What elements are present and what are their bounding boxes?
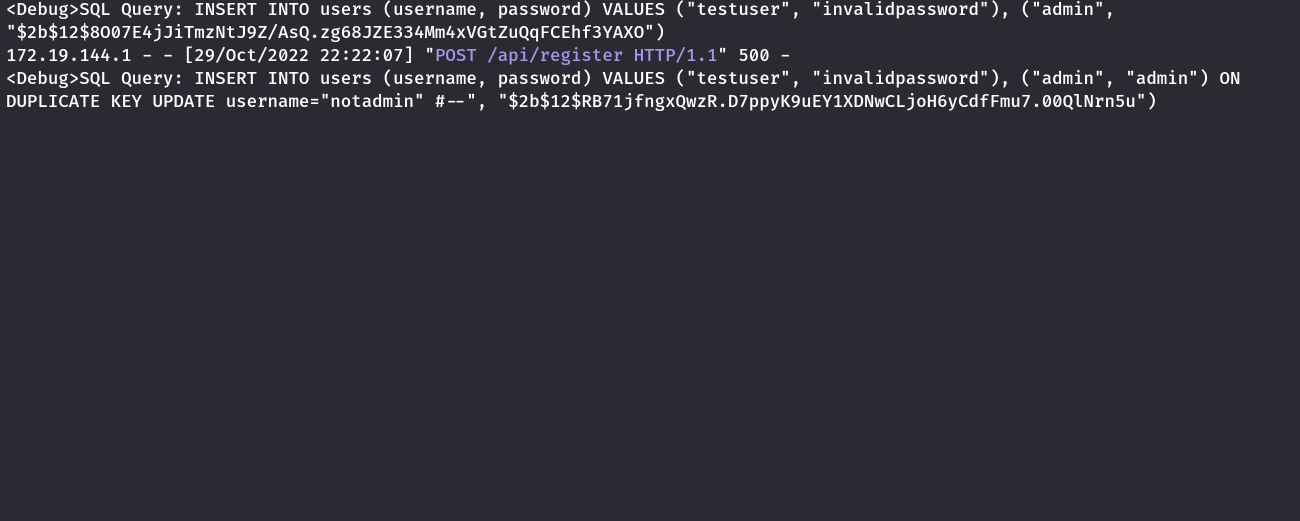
http-log-suffix: " 500 - — [717, 46, 790, 67]
sql-query-text: SQL Query: INSERT INTO users (username, … — [6, 0, 1125, 44]
http-request-highlight: POST /api/register HTTP/1.1 — [435, 46, 717, 67]
debug-log-line-1: <Debug>SQL Query: INSERT INTO users (use… — [6, 0, 1294, 46]
debug-prefix: <Debug> — [6, 0, 79, 21]
sql-query-text: SQL Query: INSERT INTO users (username, … — [6, 69, 1251, 113]
http-log-prefix: 172.19.144.1 - - [29/Oct/2022 22:22:07] … — [6, 46, 435, 67]
terminal-output: <Debug>SQL Query: INSERT INTO users (use… — [0, 0, 1300, 521]
debug-prefix: <Debug> — [6, 69, 79, 90]
debug-log-line-2: <Debug>SQL Query: INSERT INTO users (use… — [6, 69, 1294, 115]
http-log-line: 172.19.144.1 - - [29/Oct/2022 22:22:07] … — [6, 46, 1294, 69]
